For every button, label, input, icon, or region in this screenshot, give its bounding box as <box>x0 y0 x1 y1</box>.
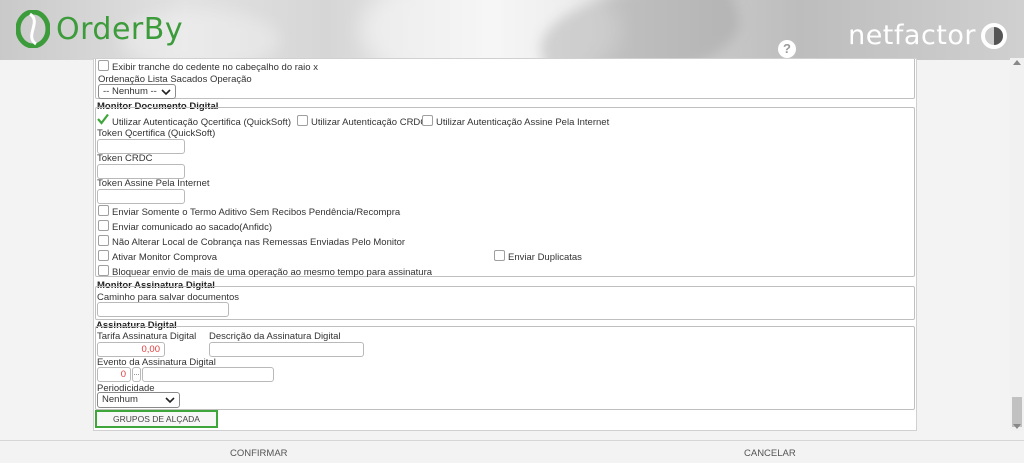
tranche-checkbox[interactable] <box>98 60 109 71</box>
orderby-logo-text: OrderBy <box>56 11 184 47</box>
token-qcertifica-label: Token Qcertifica (QuickSoft) <box>97 128 216 139</box>
netfactor-logo-text: netfactor <box>848 20 976 51</box>
tarifa-input-value: 0,00 <box>141 344 161 355</box>
scrollbar-thumb[interactable] <box>1012 397 1022 427</box>
footer-bar: CONFIRMAR CANCELAR <box>0 440 1024 463</box>
termo-aditivo-label: Enviar Somente o Termo Aditivo Sem Recib… <box>112 207 401 218</box>
enviar-duplicatas-label: Enviar Duplicatas <box>508 252 582 263</box>
page-scrollbar[interactable] <box>1010 58 1024 431</box>
cancelar-button[interactable]: CANCELAR <box>744 448 796 459</box>
confirmar-button[interactable]: CONFIRMAR <box>230 448 288 459</box>
qcertifica-option-label: Utilizar Autenticação Qcertifica (QuickS… <box>112 117 291 128</box>
chevron-down-icon <box>161 89 171 96</box>
enviar-duplicatas-checkbox[interactable] <box>494 250 505 261</box>
ativar-comprova-checkbox[interactable] <box>98 250 109 261</box>
netfactor-logo-icon <box>981 22 1007 49</box>
evento-lookup-button[interactable]: ... <box>132 367 141 382</box>
help-icon[interactable]: ? <box>778 40 796 58</box>
bloquear-label: Bloquear envio de mais de uma operação a… <box>112 267 433 278</box>
nao-alterar-label: Não Alterar Local de Cobrança nas Remess… <box>112 237 406 248</box>
termo-aditivo-checkbox[interactable] <box>98 205 109 216</box>
orderby-logo: OrderBy <box>16 10 183 48</box>
token-crdc-label: Token CRDC <box>97 153 153 164</box>
scroll-down-arrow-icon[interactable] <box>1013 424 1021 429</box>
orderby-logo-icon <box>16 10 50 48</box>
token-qcertifica-input[interactable] <box>97 139 185 154</box>
ordenacao-select[interactable]: -- Nenhum -- <box>98 84 176 99</box>
evento-code-input[interactable]: 0 <box>97 367 131 382</box>
checkmark-icon[interactable] <box>97 113 109 125</box>
tranche-checkbox-label: Exibir tranche do cedente no cabeçalho d… <box>112 62 318 73</box>
token-assine-label: Token Assine Pela Internet <box>97 178 210 189</box>
bloquear-checkbox[interactable] <box>98 265 109 276</box>
tarifa-input[interactable]: 0,00 <box>97 342 165 357</box>
monitor-documento-fieldset <box>95 107 915 277</box>
chevron-down-icon <box>165 397 175 404</box>
evento-code-value: 0 <box>120 369 126 380</box>
crdc-option-label: Utilizar Autenticação CRDC <box>311 117 428 128</box>
grupos-alcada-button[interactable]: GRUPOS DE ALÇADA <box>95 410 218 428</box>
assine-option-label: Utilizar Autenticação Assine Pela Intern… <box>436 117 610 128</box>
ativar-comprova-label: Ativar Monitor Comprova <box>112 252 218 263</box>
periodicidade-select[interactable]: Nenhum <box>97 392 180 408</box>
tarifa-label: Tarifa Assinatura Digital <box>97 331 197 342</box>
crdc-checkbox[interactable] <box>297 115 308 126</box>
scroll-up-arrow-icon[interactable] <box>1013 60 1021 65</box>
evento-lookup-label: ... <box>133 370 140 377</box>
assine-checkbox[interactable] <box>422 115 433 126</box>
descricao-input[interactable] <box>209 342 364 357</box>
comunicado-label: Enviar comunicado ao sacado(Anfidc) <box>112 222 273 233</box>
app-header: OrderBy ? netfactor <box>0 0 1024 60</box>
periodicidade-select-value: Nenhum <box>102 394 138 405</box>
evento-description-input[interactable] <box>142 367 274 382</box>
netfactor-logo: netfactor <box>848 20 1008 51</box>
token-crdc-input[interactable] <box>97 164 185 179</box>
settings-form-panel: Exibir tranche do cedente no cabeçalho d… <box>93 58 917 431</box>
nao-alterar-checkbox[interactable] <box>98 235 109 246</box>
descricao-label: Descrição da Assinatura Digital <box>209 331 341 342</box>
comunicado-checkbox[interactable] <box>98 220 109 231</box>
token-assine-input[interactable] <box>97 189 185 204</box>
ordenacao-select-value: -- Nenhum -- <box>103 86 157 97</box>
caminho-input[interactable] <box>97 302 229 317</box>
